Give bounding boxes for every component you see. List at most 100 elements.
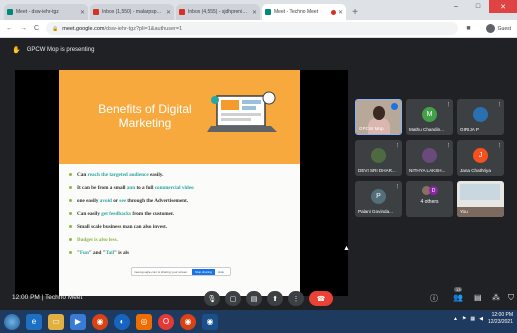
browser-tab-strip: Meet - dsw-iehr-tgz ✕ Inbox (1,550) - ma…: [0, 0, 517, 20]
participant-name: DEVI SRI DHAR...: [358, 168, 396, 173]
network-icon[interactable]: ▦: [470, 316, 475, 322]
opera-icon[interactable]: O: [158, 313, 174, 330]
bullet-text-part: get feedbacks: [101, 211, 132, 217]
slide-banner: Benefits of Digital Marketing: [59, 70, 300, 164]
browser-tab[interactable]: Meet - dsw-iehr-tgz ✕: [4, 4, 88, 20]
info-icon[interactable]: ⓘ: [430, 293, 438, 304]
slide-bullet-list: Can reach the targeted audience easily. I…: [69, 172, 294, 263]
hide-button[interactable]: Hide: [218, 270, 224, 274]
bullet-dot-icon: [69, 251, 72, 254]
slide-bullet: one easily avoid or see through the Adve…: [69, 198, 294, 204]
forward-arrow-icon[interactable]: →: [20, 25, 27, 32]
back-arrow-icon[interactable]: ←: [6, 25, 13, 32]
new-tab-button[interactable]: +: [348, 4, 362, 20]
slide-bullet: Small scale business man can also invest…: [69, 224, 294, 230]
camera-button[interactable]: ▢: [225, 291, 241, 306]
close-tab-icon[interactable]: ✕: [80, 9, 85, 16]
participant-tile[interactable]: ᛙ J Jana Chathriya: [457, 140, 504, 176]
meet-bottom-bar: 12:00 PM | Techno Meet 🎙 ▢ ▤ ⬆ ⋮ ☎ ⓘ 13 …: [0, 287, 517, 310]
present-button[interactable]: ⬆: [267, 291, 283, 306]
tab-title: Meet - dsw-iehr-tgz: [16, 9, 59, 15]
participant-photo: [422, 148, 437, 163]
app-icon[interactable]: ◎: [136, 313, 152, 330]
bullet-dot-icon: [69, 212, 72, 215]
media-player-icon[interactable]: ▶: [70, 313, 86, 330]
bullet-text: It can be from a small ann to a full com…: [77, 185, 194, 191]
activities-icon[interactable]: ⁂: [492, 293, 500, 302]
chrome-icon[interactable]: ◉: [180, 313, 196, 330]
app-icon[interactable]: ◐: [114, 313, 130, 330]
volume-icon[interactable]: ◀: [479, 316, 483, 322]
participant-name: GPCW Mop: [359, 126, 384, 131]
profile-button[interactable]: Guest: [485, 24, 511, 33]
minimize-icon[interactable]: –: [445, 0, 467, 13]
tab-title: Inbox (4,555) - sjdhpreniasasd1: [188, 9, 250, 15]
chrome-icon[interactable]: ◉: [92, 313, 108, 330]
taskbar-clock[interactable]: 12:00 PM 12/23/2021: [488, 312, 513, 326]
chat-icon[interactable]: ▤: [474, 293, 482, 302]
close-tab-icon[interactable]: ✕: [252, 9, 257, 16]
bullet-text: Budget is also less.: [77, 237, 118, 243]
host-controls-icon[interactable]: ⛉: [508, 293, 514, 303]
bullet-text-part: It can be from a small: [77, 185, 127, 191]
bullet-text-part: reach the targeted audience: [87, 172, 149, 178]
browser-tab[interactable]: Inbox (1,550) - malarpspc@gma ✕: [90, 4, 174, 20]
guest-avatar-icon: [485, 24, 495, 33]
captions-icon: ▤: [250, 295, 258, 303]
people-button[interactable]: 13 👥: [453, 287, 463, 302]
more-options-button[interactable]: ⋮: [288, 291, 304, 306]
browser-tab[interactable]: Inbox (4,555) - sjdhpreniasasd1 ✕: [176, 4, 260, 20]
captions-button[interactable]: ▤: [246, 291, 262, 306]
speaking-indicator-icon: [391, 103, 398, 110]
bullet-text-part: Tail: [105, 250, 115, 256]
participant-tile[interactable]: ᛙ M Mathu Chandin...: [406, 99, 453, 135]
tab-title: Inbox (1,550) - malarpspc@gma: [102, 9, 164, 15]
url-input[interactable]: 🔒 meet.google.com /dsw-iehr-tgz?pli=1&au…: [46, 22, 459, 35]
bullet-text-part: commercial video: [154, 185, 194, 191]
window-close-icon[interactable]: ✕: [489, 0, 517, 13]
bullet-text: "Fun" and "Tail" is als: [77, 250, 129, 256]
slide: Benefits of Digital Marketing Can reach …: [59, 70, 300, 296]
meet-favicon-icon: [265, 9, 271, 15]
leave-call-button[interactable]: ☎: [309, 291, 333, 306]
reload-icon[interactable]: C: [34, 25, 39, 32]
bullet-dot-icon: [69, 238, 72, 241]
system-tray: ▲ ⚑ ▦ ◀ 12:00 PM 12/23/2021: [453, 312, 513, 326]
folder-icon[interactable]: ▭: [48, 313, 64, 330]
taskbar-time: 12:00 PM: [491, 312, 513, 318]
maximize-icon[interactable]: □: [467, 0, 489, 13]
mic-off-icon: ᛙ: [446, 102, 450, 108]
ie-icon[interactable]: e: [26, 313, 42, 330]
participant-tile[interactable]: GPCW Mop: [355, 99, 402, 135]
participant-tile[interactable]: ᛙ NITHYA LAKSH...: [406, 140, 453, 176]
close-tab-icon[interactable]: ✕: [166, 9, 171, 16]
others-tile[interactable]: D 4 others: [406, 181, 453, 217]
browser-tab-active[interactable]: Meet - Techno Meet ✕: [262, 4, 346, 20]
flag-icon[interactable]: ⚑: [462, 316, 466, 322]
participant-tile[interactable]: ᛙ DEVI SRI DHAR...: [355, 140, 402, 176]
hang-up-icon: ☎: [316, 295, 326, 303]
close-tab-icon[interactable]: ✕: [338, 9, 343, 16]
bullet-text-part: ann: [126, 185, 136, 191]
bullet-text-part: Can easily: [77, 211, 102, 217]
stop-sharing-button[interactable]: Stop sharing: [192, 268, 215, 275]
participant-name: You: [460, 209, 468, 214]
slide-bullet: Budget is also less.: [69, 237, 294, 243]
tray-arrow-icon[interactable]: ▲: [453, 316, 458, 322]
address-bar: ← → C 🔒 meet.google.com /dsw-iehr-tgz?pl…: [0, 20, 517, 38]
self-tile[interactable]: You: [457, 181, 504, 217]
camera-indicator-icon[interactable]: ■: [466, 25, 470, 32]
start-button-icon[interactable]: [4, 313, 20, 330]
participant-tile[interactable]: ᛙ GIRIJA P: [457, 99, 504, 135]
mic-off-icon: ᛙ: [395, 143, 399, 149]
window-controls: – □ ✕: [445, 0, 517, 13]
mic-button[interactable]: 🎙: [204, 291, 220, 306]
meet-favicon-icon: [7, 9, 13, 15]
participant-tile[interactable]: ᛙ P Palani Govinda...: [355, 181, 402, 217]
bullet-text-part: " and ": [88, 250, 106, 256]
chrome-active-icon[interactable]: ◉: [202, 313, 218, 330]
bullet-text-part: to a full: [135, 185, 155, 191]
participant-avatar: P: [371, 189, 386, 204]
mic-off-icon: ᛙ: [446, 143, 450, 149]
participant-name: Mathu Chandin...: [409, 127, 444, 132]
